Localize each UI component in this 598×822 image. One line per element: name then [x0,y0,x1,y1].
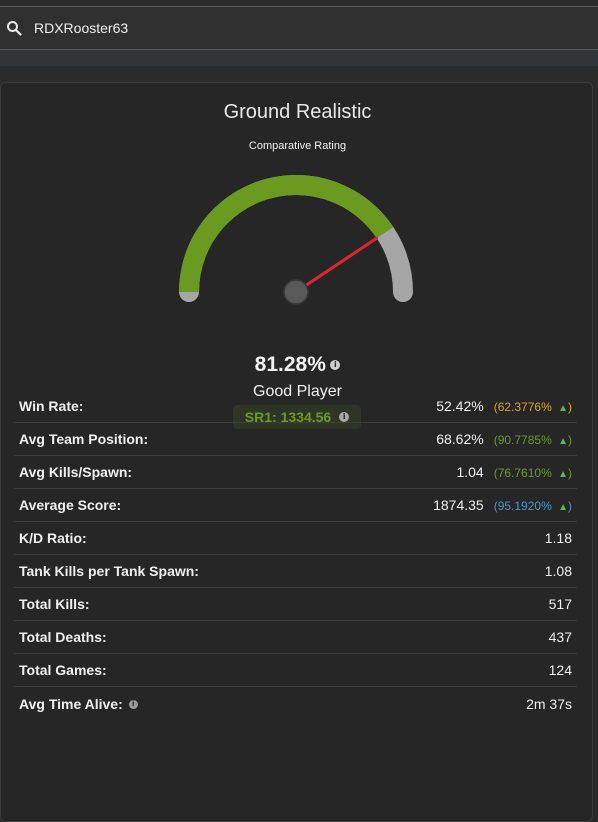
stat-percentile-close: ) [568,466,572,480]
stat-row: Total Deaths: 437 [14,621,577,654]
arrow-up-icon: ▲ [558,403,568,414]
stat-label: Total Games: [14,662,549,678]
search-input[interactable]: RDXRooster63 [34,20,128,36]
stat-label: Avg Team Position: [14,431,436,447]
stat-value-text: 1.04 [456,464,484,480]
stat-row: K/D Ratio: 1.18 [14,522,577,555]
stat-label: Win Rate: [14,398,436,414]
stat-label-text: Win Rate: [19,398,84,414]
stat-percentile-text: (76.7610% [493,466,556,480]
stat-value: 52.42% (62.3776% ▲) [436,398,577,414]
gauge-fill [179,175,394,293]
gauge-needle [294,236,379,294]
stat-label-text: Tank Kills per Tank Spawn: [19,563,199,579]
stat-row: Avg Kills/Spawn: 1.04 (76.7610% ▲) [14,456,577,489]
header-strip [0,50,598,66]
stat-percentile: (76.7610% ▲) [494,466,572,480]
info-icon[interactable]: i [128,700,138,710]
stat-value: 124 [549,662,577,678]
stat-row: Win Rate: 52.42% (62.3776% ▲) [14,390,577,423]
stat-percentile-close: ) [568,499,572,513]
stat-label: Avg Kills/Spawn: [14,464,456,480]
search-icon[interactable] [6,20,22,36]
stat-value: 68.62% (90.7785% ▲) [436,431,577,447]
stat-value: 1.04 (76.7610% ▲) [456,464,577,480]
stat-percentile: (95.1920% ▲) [494,499,572,513]
rating-percent: 81.28% [254,353,326,376]
stat-label-text: Avg Time Alive: [19,695,123,712]
stat-label-text: Total Kills: [19,596,90,612]
stat-value: 1874.35 (95.1920% ▲) [433,497,577,513]
stat-label: Total Deaths: [14,629,549,645]
stat-value: 1.08 [545,563,577,579]
stat-label-text: Avg Team Position: [19,431,149,447]
rating-percent-row: 81.28% i [1,353,594,377]
stat-label: Total Kills: [14,596,549,612]
stat-label: Avg Time Alive: i [14,696,526,712]
stat-percentile-text: (90.7785% [493,433,556,447]
stat-row: Total Kills: 517 [14,588,577,621]
stat-label: Tank Kills per Tank Spawn: [14,563,545,579]
stat-percentile: (62.3776% ▲) [494,400,572,414]
stat-label-text: K/D Ratio: [19,530,87,546]
stat-percentile-text: (95.1920% [493,499,556,513]
stat-value: 437 [549,629,577,645]
stat-value-text: 437 [548,629,572,645]
info-icon[interactable]: i [330,360,341,370]
stat-percentile: (90.7785% ▲) [494,433,572,447]
stat-value-text: 1.18 [544,530,572,546]
card-subtitle: Comparative Rating [248,140,347,152]
stats-table: Win Rate: 52.42% (62.3776% ▲) Avg Team Posi… [14,390,577,720]
stat-label-text: Avg Kills/Spawn: [19,464,133,480]
stat-label: K/D Ratio: [14,530,545,546]
search-bar[interactable]: RDXRooster63 [0,6,598,50]
stat-label-text: Total Games: [19,662,107,678]
stat-row: Tank Kills per Tank Spawn: 1.08 [14,555,577,588]
stat-value-text: 68.62% [436,431,484,447]
stat-percentile-close: ) [568,433,572,447]
stat-value: 2m 37s [526,696,577,712]
stat-label-text: Average Score: [19,497,122,513]
stat-value: 517 [549,596,577,612]
stat-percentile-text: (62.3776% [493,400,556,414]
stat-value-text: 2m 37s [526,695,572,712]
card-title: Ground Realistic [223,101,372,123]
stat-value-text: 517 [548,596,572,612]
gauge-track [179,175,413,302]
stat-row: Avg Time Alive: i 2m 37s [14,687,577,720]
stat-label: Average Score: [14,497,433,513]
arrow-up-icon: ▲ [558,469,568,480]
stat-row: Avg Team Position: 68.62% (90.7785% ▲) [14,423,577,456]
stat-value: 1.18 [545,530,577,546]
stat-row: Total Games: 124 [14,654,577,687]
stat-value-text: 52.42% [436,398,484,414]
gauge-hub [283,279,309,305]
stat-value-text: 1874.35 [433,497,484,513]
stat-value-text: 1.08 [544,563,572,579]
stat-value-text: 124 [548,662,572,678]
stat-label-text: Total Deaths: [19,629,107,645]
arrow-up-icon: ▲ [558,436,568,447]
rating-gauge [179,175,413,305]
stat-percentile-close: ) [568,400,572,414]
arrow-up-icon: ▲ [558,502,568,513]
stat-row: Average Score: 1874.35 (95.1920% ▲) [14,489,577,522]
